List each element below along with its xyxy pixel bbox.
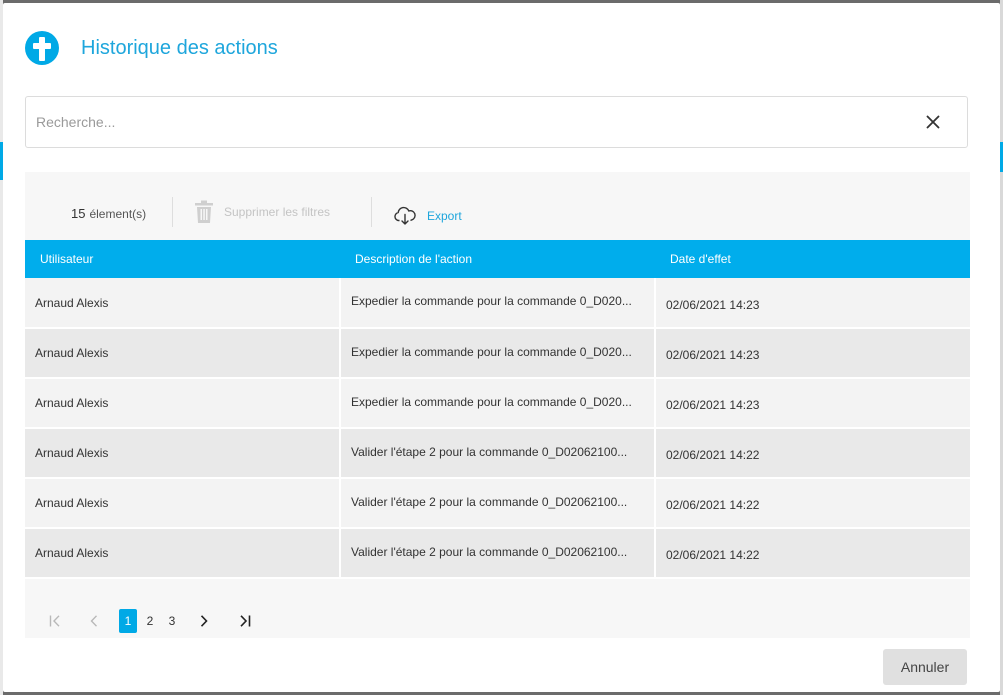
- cross-logo-icon: [25, 31, 59, 65]
- chevron-left-icon: [90, 615, 98, 627]
- cell-description: Valider l'étape 2 pour la commande 0_D02…: [340, 428, 656, 479]
- pagination: 1 2 3: [45, 608, 255, 634]
- cell-user: Arnaud Alexis: [25, 478, 341, 529]
- cell-date: 02/06/2021 14:22: [655, 528, 970, 579]
- first-page-button[interactable]: [45, 609, 67, 633]
- table-row[interactable]: Arnaud Alexis Valider l'étape 2 pour la …: [25, 528, 970, 579]
- cell-user: Arnaud Alexis: [25, 328, 341, 379]
- page-2-button[interactable]: 2: [141, 609, 159, 633]
- cell-date: 02/06/2021 14:22: [655, 428, 970, 479]
- page-3-button[interactable]: 3: [163, 609, 181, 633]
- export-label: Export: [427, 209, 462, 223]
- chevron-right-icon: [200, 615, 208, 627]
- item-count: 15 élement(s): [71, 206, 146, 221]
- cell-user: Arnaud Alexis: [25, 528, 341, 579]
- cell-description: Expedier la commande pour la commande 0_…: [340, 328, 656, 379]
- trash-icon: [195, 200, 213, 223]
- cell-date: 02/06/2021 14:23: [655, 378, 970, 429]
- clear-filters-label: Supprimer les filtres: [224, 205, 331, 219]
- search-input[interactable]: [26, 96, 913, 148]
- column-header-date[interactable]: Date d'effet: [655, 240, 970, 278]
- clear-filters-button[interactable]: Supprimer les filtres: [194, 200, 330, 224]
- results-panel: 15 élement(s) Supprimer les filtres Expo…: [25, 172, 970, 638]
- cancel-button[interactable]: Annuler: [883, 649, 967, 685]
- dialog-header: Historique des actions: [25, 30, 278, 66]
- table-row[interactable]: Arnaud Alexis Valider l'étape 2 pour la …: [25, 478, 970, 529]
- next-page-button[interactable]: [195, 609, 213, 633]
- page-1-button[interactable]: 1: [119, 609, 137, 633]
- previous-page-button[interactable]: [85, 609, 103, 633]
- history-dialog: Historique des actions 15élement(s): [3, 3, 1000, 692]
- cell-description: Valider l'étape 2 pour la commande 0_D02…: [340, 478, 656, 529]
- table-header-row: Utilisateur Description de l'action Date…: [25, 240, 970, 278]
- cell-user: Arnaud Alexis: [25, 278, 341, 329]
- cloud-download-icon: [394, 206, 416, 225]
- last-page-button[interactable]: [233, 609, 255, 633]
- table-row[interactable]: Arnaud Alexis Expedier la commande pour …: [25, 328, 970, 379]
- close-icon: [926, 115, 940, 129]
- export-button[interactable]: Export: [393, 206, 462, 226]
- item-count-unit: élement(s): [89, 207, 147, 221]
- table-toolbar: 15 élement(s) Supprimer les filtres Expo…: [25, 172, 970, 240]
- cell-date: 02/06/2021 14:22: [655, 478, 970, 529]
- clear-search-button[interactable]: [913, 102, 953, 142]
- table-row[interactable]: Arnaud Alexis Expedier la commande pour …: [25, 278, 970, 329]
- toolbar-divider: [371, 197, 372, 227]
- cell-description: Expedier la commande pour la commande 0_…: [340, 378, 656, 429]
- cell-date: 02/06/2021 14:23: [655, 328, 970, 379]
- table-row[interactable]: Arnaud Alexis Expedier la commande pour …: [25, 378, 970, 429]
- cell-description: Expedier la commande pour la commande 0_…: [340, 278, 656, 329]
- last-page-icon: [240, 615, 251, 627]
- cell-date: 02/06/2021 14:23: [655, 278, 970, 329]
- cell-description: Valider l'étape 2 pour la commande 0_D02…: [340, 528, 656, 579]
- cell-user: Arnaud Alexis: [25, 428, 341, 479]
- search-box: [25, 96, 968, 148]
- column-header-description[interactable]: Description de l'action: [340, 240, 655, 278]
- toolbar-divider: [172, 197, 173, 227]
- history-table: Utilisateur Description de l'action Date…: [25, 240, 970, 579]
- item-count-value: 15: [71, 206, 86, 221]
- cell-user: Arnaud Alexis: [25, 378, 341, 429]
- table-row[interactable]: Arnaud Alexis Valider l'étape 2 pour la …: [25, 428, 970, 479]
- first-page-icon: [49, 615, 60, 627]
- column-header-user[interactable]: Utilisateur: [25, 240, 340, 278]
- dialog-title: Historique des actions: [81, 36, 278, 59]
